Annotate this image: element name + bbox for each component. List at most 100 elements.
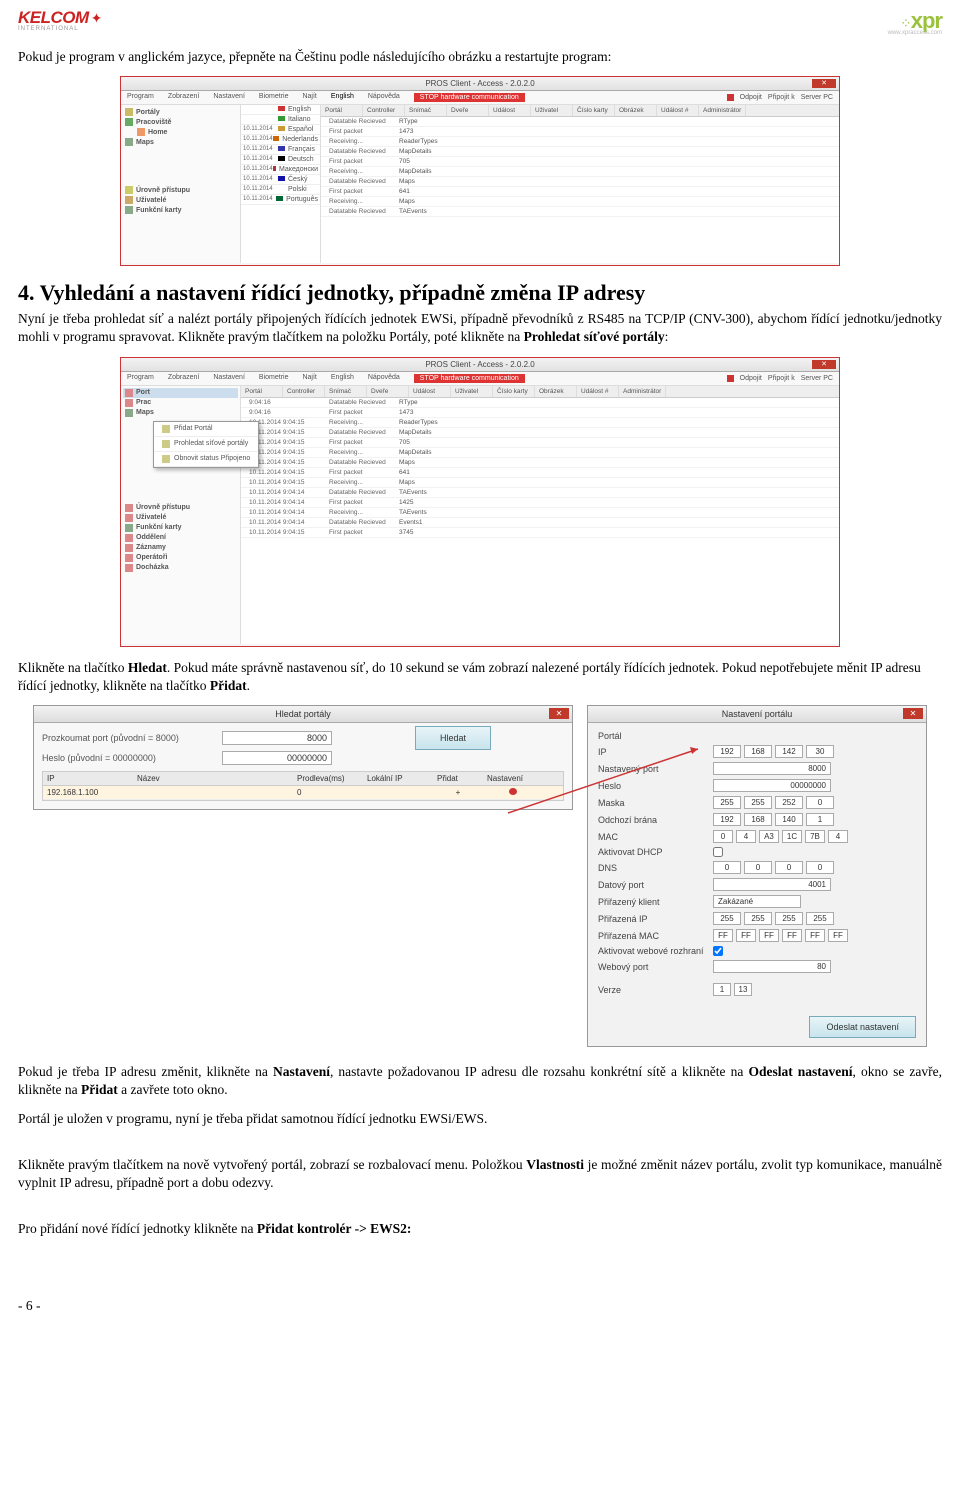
menu-program[interactable]: Program (127, 93, 154, 102)
dlg1-table: IP Název Prodleva(ms) Lokální IP Přidat … (42, 771, 564, 801)
tree-portaly[interactable]: Portály (123, 107, 238, 117)
menu2-napoveda[interactable]: Nápověda (368, 374, 400, 383)
dlg2-klient-select[interactable]: Zakázané (713, 895, 801, 908)
menu2-biometrie[interactable]: Biometrie (259, 374, 289, 383)
dlg1-hdr-lokalni: Lokální IP (363, 772, 433, 785)
dlg1-port-input[interactable]: 8000 (222, 731, 332, 745)
dlg2-pmac-input[interactable]: FFFFFFFFFFFF (713, 929, 848, 942)
close-icon[interactable]: ✕ (812, 79, 836, 88)
tree-urovne[interactable]: Úrovně přístupu (123, 185, 238, 195)
dlg2-brana-input[interactable]: 1921681401 (713, 813, 834, 826)
status-icon (727, 94, 734, 101)
menu-najit[interactable]: Najít (302, 93, 316, 102)
dlg1-row-settings-dot[interactable] (483, 786, 543, 799)
dlg2-wport-input[interactable]: 80 (713, 960, 831, 973)
menu-biometrie[interactable]: Biometrie (259, 93, 289, 102)
ss1-table: PortálControllerSnímačDveřeUdálostUživat… (321, 105, 839, 263)
tree-home[interactable]: Home (123, 127, 238, 137)
dlg1-row-add-button[interactable]: + (433, 786, 483, 799)
dlg2-ip-label: IP (598, 747, 713, 757)
menu-pripojit[interactable]: Připojit k (768, 94, 795, 101)
dlg2-verze-value: 113 (713, 983, 752, 996)
menu2-pripojit[interactable]: Připojit k (768, 375, 795, 382)
tree2-operatori[interactable]: Operátoři (123, 553, 238, 563)
odeslat-nastaveni-button[interactable]: Odeslat nastavení (809, 1016, 916, 1038)
dlg2-maska-input[interactable]: 2552552520 (713, 796, 834, 809)
dlg1-titlebar: Hledat portály ✕ (34, 706, 572, 723)
ss1-titlebar: PROS Client - Access - 2.0.2.0 ✕ (121, 77, 839, 91)
menu2-zobrazeni[interactable]: Zobrazení (168, 374, 200, 383)
para6: Pro přidání nové řídící jednotky kliknět… (18, 1220, 942, 1238)
screenshot-2-wrap: PROS Client - Access - 2.0.2.0 ✕ Program… (18, 357, 942, 647)
menu2-serverpc[interactable]: Server PC (801, 375, 833, 382)
menu2-odpojit[interactable]: Odpojit (740, 375, 762, 382)
ctx-obnovit[interactable]: Obnovit status Připojeno (154, 452, 258, 467)
tree2-oddeleni[interactable]: Oddělení (123, 533, 238, 543)
tree2-urovne[interactable]: Úrovně přístupu (123, 503, 238, 513)
ctx-pridat-portal[interactable]: Přidat Portál (154, 422, 258, 437)
para3: Pokud je třeba IP adresu změnit, kliknět… (18, 1063, 942, 1099)
tree-pracoviste[interactable]: Pracoviště (123, 117, 238, 127)
tree2-uzivatele[interactable]: Uživatelé (123, 513, 238, 523)
ss2-titlebar: PROS Client - Access - 2.0.2.0 ✕ (121, 358, 839, 372)
menu-napoveda[interactable]: Nápověda (368, 93, 400, 102)
tree-funkcni[interactable]: Funkční karty (123, 205, 238, 215)
tree2-dochazka[interactable]: Docházka (123, 563, 238, 573)
dlg2-heslo-label: Heslo (598, 781, 713, 791)
dlg1-heslo-label: Heslo (původní = 00000000) (42, 753, 212, 763)
dlg2-pip-label: Přiřazená IP (598, 914, 713, 924)
section4-para: Nyní je třeba prohledat síť a nalézt por… (18, 310, 942, 346)
tree2-port[interactable]: Port (123, 388, 238, 398)
dlg2-web-checkbox[interactable] (713, 946, 723, 956)
dlg2-dport-label: Datový port (598, 880, 713, 890)
dlg2-dhcp-label: Aktivovat DHCP (598, 847, 713, 857)
dlg2-dns-input[interactable]: 0000 (713, 861, 834, 874)
close-icon[interactable]: ✕ (903, 708, 923, 719)
menu-odpojit[interactable]: Odpojit (740, 94, 762, 101)
leaf-icon: ✦ (91, 12, 103, 27)
close-icon[interactable]: ✕ (549, 708, 569, 719)
screenshot-1-wrap: PROS Client - Access - 2.0.2.0 ✕ Program… (18, 76, 942, 266)
hledat-button[interactable]: Hledat (415, 726, 491, 750)
dialogs-row: Hledat portály ✕ Prozkoumat port (původn… (18, 705, 942, 1047)
stop-hw-button-2[interactable]: STOP hardware communication (414, 374, 525, 383)
close-icon[interactable]: ✕ (812, 360, 836, 369)
tree2-funkcni[interactable]: Funkční karty (123, 523, 238, 533)
dlg1-port-label: Prozkoumat port (původní = 8000) (42, 733, 212, 743)
menu2-english[interactable]: English (331, 374, 354, 383)
dlg2-pip-input[interactable]: 255255255255 (713, 912, 834, 925)
dlg2-dhcp-checkbox[interactable] (713, 847, 723, 857)
dlg2-ip-input[interactable]: 19216814230 (713, 745, 834, 758)
menu2-najit[interactable]: Najít (302, 374, 316, 383)
dlg2-mac-input[interactable]: 04A31C7B4 (713, 830, 848, 843)
menu-nastaveni[interactable]: Nastavení (213, 93, 245, 102)
dlg2-port-label: Nastavený port (598, 764, 713, 774)
para4: Portál je uložen v programu, nyní je tře… (18, 1110, 942, 1128)
menu-zobrazeni[interactable]: Zobrazení (168, 93, 200, 102)
ctx-prohledat[interactable]: Prohledat síťové portály (154, 437, 258, 452)
ss1-menubar: Program Zobrazení Nastavení Biometrie Na… (121, 91, 839, 105)
dlg2-web-label: Aktivovat webové rozhraní (598, 946, 713, 956)
menu-english[interactable]: English (331, 93, 354, 102)
dlg2-port-input[interactable]: 8000 (713, 762, 831, 775)
stop-hw-button[interactable]: STOP hardware communication (414, 93, 525, 102)
page-header: KELCOM✦ INTERNATIONAL ⁘xpr www.xpraccess… (18, 8, 942, 36)
tree-uzivatele[interactable]: Uživatelé (123, 195, 238, 205)
logo-xpr: ⁘xpr www.xpraccess.com (888, 8, 942, 36)
ss1-langs: EnglishItaliano10.11.2014Español10.11.20… (241, 105, 321, 263)
dlg1-heslo-input[interactable]: 00000000 (222, 751, 332, 765)
tree2-prac[interactable]: Prac (123, 398, 238, 408)
dlg1-hdr-pridat: Přidat (433, 772, 483, 785)
dlg2-heslo-input[interactable]: 00000000 (713, 779, 831, 792)
tree2-zaznamy[interactable]: Záznamy (123, 543, 238, 553)
dlg1-result-row[interactable]: 192.168.1.100 0 + (43, 786, 563, 800)
dlg1-row-lokalni (363, 786, 433, 799)
para5: Klikněte pravým tlačítkem na nově vytvoř… (18, 1156, 942, 1192)
menu2-program[interactable]: Program (127, 374, 154, 383)
dlg2-titlebar: Nastavení portálu ✕ (588, 706, 926, 723)
menu-serverpc[interactable]: Server PC (801, 94, 833, 101)
tree2-maps[interactable]: Maps (123, 408, 238, 418)
dlg2-dport-input[interactable]: 4001 (713, 878, 831, 891)
menu2-nastaveni[interactable]: Nastavení (213, 374, 245, 383)
tree-maps[interactable]: Maps (123, 137, 238, 147)
